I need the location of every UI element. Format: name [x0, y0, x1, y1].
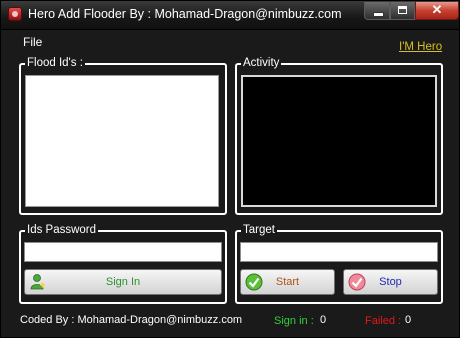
target-label: Target — [241, 223, 277, 238]
sign-in-button[interactable]: Sign In — [24, 269, 222, 295]
im-hero-link[interactable]: I'M Hero — [399, 41, 442, 53]
maximize-icon — [398, 6, 407, 14]
activity-group: Activity — [235, 56, 443, 215]
coded-by-text: Coded By : Mohamad-Dragon@nimbuzz.com — [20, 314, 243, 326]
title-bar[interactable]: Hero Add Flooder By : Mohamad-Dragon@nim… — [1, 1, 459, 30]
sign-in-label: Sign In — [105, 276, 141, 288]
start-button[interactable]: Start — [240, 269, 335, 295]
start-label: Start — [275, 276, 300, 288]
activity-label: Activity — [241, 56, 282, 71]
target-input[interactable] — [240, 242, 438, 262]
close-button[interactable]: ✕ — [415, 2, 459, 20]
flood-ids-group: Flood Id's : — [19, 56, 227, 215]
stop-button[interactable]: Stop — [343, 269, 438, 295]
activity-log[interactable] — [241, 75, 437, 207]
window-title: Hero Add Flooder By : Mohamad-Dragon@nim… — [28, 7, 342, 21]
menu-file[interactable]: File — [23, 35, 42, 49]
minimize-button[interactable] — [364, 2, 390, 20]
main-window: Hero Add Flooder By : Mohamad-Dragon@nim… — [0, 0, 460, 338]
maximize-button[interactable] — [390, 2, 415, 20]
close-icon: ✕ — [431, 2, 443, 17]
minimize-icon — [373, 12, 384, 17]
password-input[interactable] — [24, 242, 222, 262]
stop-label: Stop — [379, 276, 402, 288]
failed-count-label: Failed : — [365, 315, 402, 327]
sign-in-count: 0 — [320, 314, 327, 326]
sign-in-count-label: Sign in : — [274, 315, 314, 327]
failed-count: 0 — [405, 314, 412, 326]
app-icon[interactable] — [8, 7, 22, 21]
ids-password-label: Ids Password — [25, 223, 99, 238]
flood-ids-label: Flood Id's : — [25, 56, 85, 71]
flood-ids-list[interactable] — [25, 75, 219, 207]
